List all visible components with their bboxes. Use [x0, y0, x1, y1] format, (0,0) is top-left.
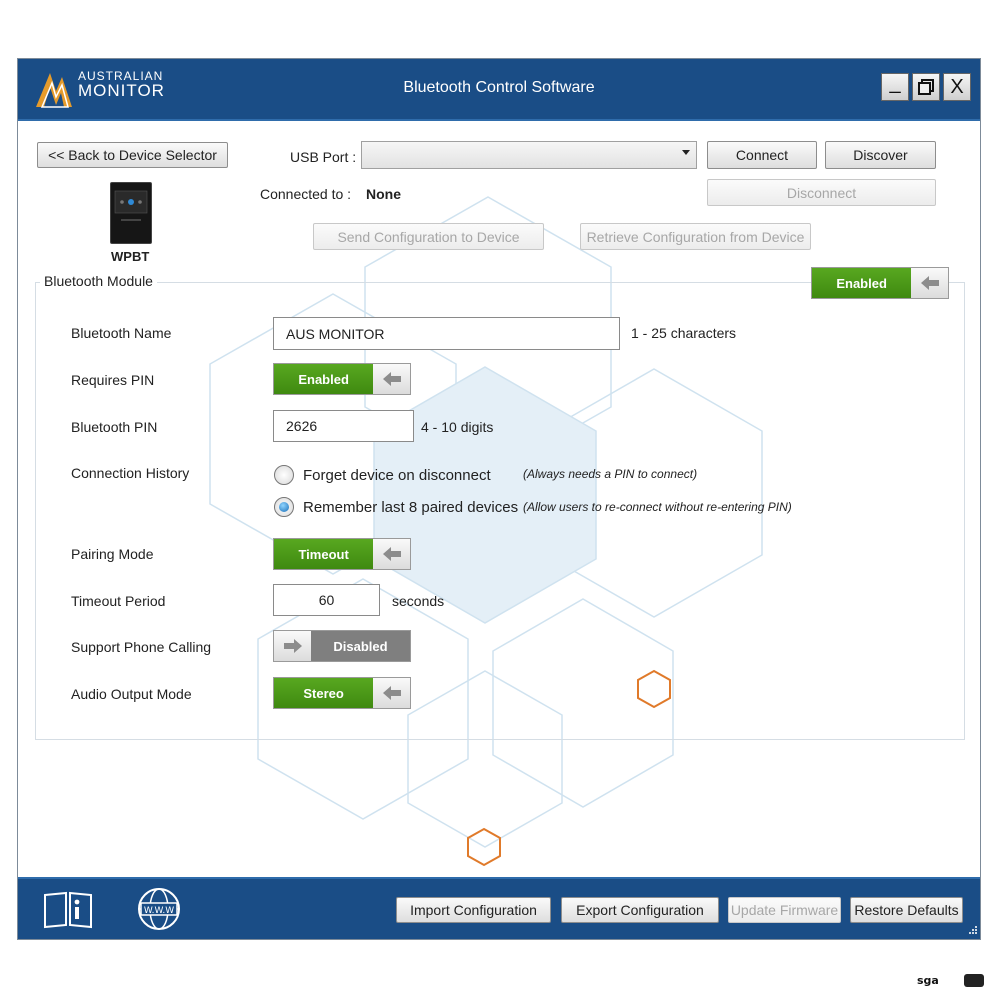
- arrow-left-icon: [373, 539, 410, 569]
- discover-button[interactable]: Discover: [825, 141, 936, 169]
- arrow-left-icon: [373, 678, 410, 708]
- close-button[interactable]: X: [943, 73, 971, 101]
- bluetooth-name-label: Bluetooth Name: [71, 325, 172, 341]
- usb-port-select[interactable]: [361, 141, 697, 169]
- module-enabled-toggle[interactable]: Enabled: [811, 267, 949, 299]
- bluetooth-pin-label: Bluetooth PIN: [71, 419, 158, 435]
- maximize-button[interactable]: [912, 73, 940, 101]
- requires-pin-label: Requires PIN: [71, 372, 155, 388]
- disconnect-button[interactable]: Disconnect: [707, 179, 936, 206]
- connection-history-label: Connection History: [71, 465, 190, 481]
- connected-to-value: None: [366, 186, 401, 202]
- toggle-state-label: Enabled: [812, 268, 912, 298]
- retrieve-configuration-button[interactable]: Retrieve Configuration from Device: [580, 223, 811, 250]
- audio-output-mode-label: Audio Output Mode: [71, 686, 192, 702]
- export-configuration-button[interactable]: Export Configuration: [561, 897, 719, 923]
- send-configuration-button[interactable]: Send Configuration to Device: [313, 223, 544, 250]
- bluetooth-name-hint: 1 - 25 characters: [631, 325, 737, 341]
- update-firmware-button[interactable]: Update Firmware: [728, 897, 841, 923]
- toggle-state-label: Disabled: [311, 631, 410, 661]
- timeout-unit-label: seconds: [392, 593, 445, 609]
- toggle-state-label: Stereo: [274, 678, 374, 708]
- toggle-state-label: Enabled: [274, 364, 374, 394]
- arrow-left-icon: [911, 268, 948, 298]
- arrow-left-icon: [373, 364, 410, 394]
- resize-grip-icon[interactable]: [966, 925, 978, 937]
- bluetooth-pin-hint: 4 - 10 digits: [421, 419, 494, 435]
- toggle-state-label: Timeout: [274, 539, 374, 569]
- bluetooth-name-input[interactable]: AUS MONITOR: [273, 317, 620, 350]
- sga-logo-icon: [964, 974, 984, 987]
- arrow-right-icon: [274, 631, 311, 661]
- import-configuration-button[interactable]: Import Configuration: [396, 897, 551, 923]
- restore-icon: [918, 79, 934, 95]
- restore-defaults-button[interactable]: Restore Defaults: [850, 897, 963, 923]
- www-label: W.W.W: [144, 906, 174, 916]
- audio-output-mode-toggle[interactable]: Stereo: [273, 677, 411, 709]
- minimize-button[interactable]: _: [881, 71, 909, 101]
- forget-device-radio[interactable]: [274, 465, 294, 485]
- forget-device-option-label: Forget device on disconnect: [303, 467, 491, 484]
- requires-pin-toggle[interactable]: Enabled: [273, 363, 411, 395]
- bottom-toolbar: W.W.W Import Configuration Export Config…: [18, 877, 980, 939]
- bluetooth-module-title: Bluetooth Module: [40, 273, 157, 289]
- remember-devices-radio[interactable]: [274, 497, 294, 517]
- sga-watermark: sga: [917, 974, 939, 987]
- minimize-icon: _: [889, 71, 901, 94]
- timeout-period-label: Timeout Period: [71, 593, 166, 609]
- timeout-period-input[interactable]: 60: [273, 584, 380, 616]
- pairing-mode-toggle[interactable]: Timeout: [273, 538, 411, 570]
- bluetooth-pin-input[interactable]: 2626: [273, 410, 414, 442]
- title-bar: AUSTRALIAN MONITOR Bluetooth Control Sof…: [18, 59, 980, 121]
- www-globe-icon[interactable]: W.W.W: [136, 887, 182, 931]
- device-image: [110, 182, 152, 244]
- usb-port-label: USB Port :: [290, 149, 357, 165]
- pairing-mode-label: Pairing Mode: [71, 546, 154, 562]
- window-title: Bluetooth Control Software: [403, 79, 595, 96]
- remember-devices-option-label: Remember last 8 paired devices: [303, 499, 519, 516]
- back-to-device-selector-button[interactable]: << Back to Device Selector: [37, 142, 228, 168]
- manual-book-icon[interactable]: [42, 889, 94, 929]
- support-phone-calling-label: Support Phone Calling: [71, 639, 212, 655]
- app-window: AUSTRALIAN MONITOR Bluetooth Control Sof…: [17, 58, 981, 940]
- close-icon: X: [950, 75, 964, 98]
- connected-to-label: Connected to :: [260, 186, 352, 202]
- support-phone-calling-toggle[interactable]: Disabled: [273, 630, 411, 662]
- wall-plate-icon: [114, 190, 148, 221]
- forget-device-hint: (Always needs a PIN to connect): [523, 467, 698, 481]
- chevron-down-icon: [682, 150, 690, 155]
- connect-button[interactable]: Connect: [707, 141, 817, 169]
- device-name: WPBT: [111, 249, 150, 264]
- remember-devices-hint: (Allow users to re-connect without re-en…: [523, 500, 792, 514]
